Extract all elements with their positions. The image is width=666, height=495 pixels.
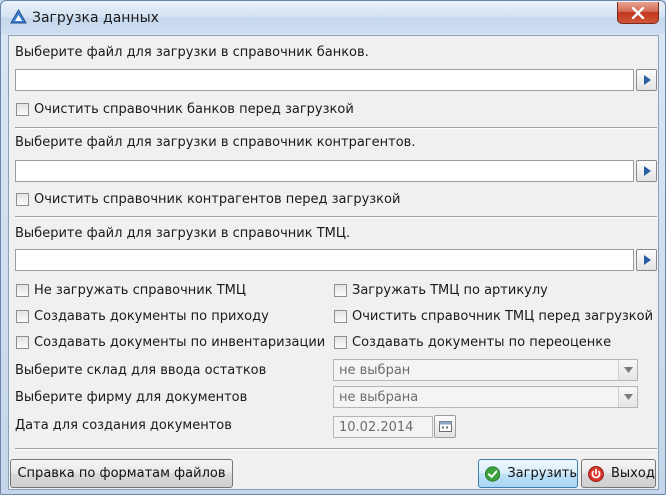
date-value: 10.02.2014 bbox=[339, 420, 414, 435]
tmc-create-inventory-checkbox[interactable] bbox=[16, 336, 29, 349]
warehouse-select[interactable]: не выбран bbox=[333, 359, 638, 381]
tmc-by-article-checkbox[interactable] bbox=[334, 284, 347, 297]
dialog-window: Загрузка данных Выберите файл для загруз… bbox=[0, 0, 666, 495]
tmc-create-inventory-label: Создавать документы по инвентаризации bbox=[34, 335, 326, 350]
tmc-create-revaluation-checkbox[interactable] bbox=[334, 336, 347, 349]
exit-button[interactable]: Выход bbox=[581, 459, 656, 488]
chevron-down-icon[interactable] bbox=[618, 360, 637, 380]
title-bar[interactable]: Загрузка данных bbox=[1, 1, 665, 34]
tmc-by-article-label: Загружать ТМЦ по артикулу bbox=[352, 283, 548, 298]
check-circle-icon bbox=[485, 465, 501, 482]
contractors-browse-button[interactable] bbox=[636, 160, 657, 182]
contractors-file-label: Выберите файл для загрузки в справочник … bbox=[15, 135, 416, 150]
contractors-clear-checkbox[interactable] bbox=[16, 193, 29, 206]
chevron-down-icon[interactable] bbox=[618, 387, 637, 407]
tmc-browse-button[interactable] bbox=[636, 249, 657, 271]
firm-select[interactable]: не выбрана bbox=[333, 386, 638, 408]
close-button[interactable] bbox=[617, 2, 659, 24]
play-arrow-icon bbox=[643, 166, 651, 176]
firm-select-value: не выбрана bbox=[339, 390, 419, 405]
separator-2 bbox=[15, 216, 657, 218]
banks-clear-label: Очистить справочник банков перед загрузк… bbox=[34, 102, 354, 117]
separator-3 bbox=[15, 448, 657, 450]
calendar-icon bbox=[438, 421, 452, 432]
play-arrow-icon bbox=[643, 255, 651, 265]
window-title: Загрузка данных bbox=[32, 10, 159, 26]
tmc-file-label: Выберите файл для загрузки в справочник … bbox=[15, 226, 351, 241]
help-formats-button[interactable]: Справка по форматам файлов bbox=[10, 459, 233, 488]
warehouse-label: Выберите склад для ввода остатков bbox=[15, 363, 267, 378]
tmc-create-receipt-checkbox[interactable] bbox=[16, 310, 29, 323]
tmc-no-load-label: Не загружать справочник ТМЦ bbox=[34, 283, 246, 298]
load-button[interactable]: Загрузить bbox=[478, 459, 578, 488]
help-formats-label: Справка по форматам файлов bbox=[17, 466, 226, 481]
contractors-file-input[interactable] bbox=[15, 160, 634, 182]
calendar-button[interactable] bbox=[434, 415, 456, 438]
tmc-file-input[interactable] bbox=[15, 249, 634, 271]
warehouse-select-value: не выбран bbox=[339, 363, 411, 378]
exit-label: Выход bbox=[611, 466, 655, 481]
banks-file-label: Выберите файл для загрузки в справочник … bbox=[15, 45, 369, 60]
load-label: Загрузить bbox=[507, 466, 577, 481]
date-input[interactable]: 10.02.2014 bbox=[333, 416, 433, 438]
banks-file-input[interactable] bbox=[15, 69, 634, 91]
tmc-no-load-checkbox[interactable] bbox=[16, 284, 29, 297]
close-icon bbox=[631, 6, 645, 19]
separator-1 bbox=[15, 127, 657, 129]
date-label: Дата для создания документов bbox=[15, 418, 232, 433]
app-icon bbox=[10, 9, 27, 24]
tmc-clear-before-label: Очистить справочник ТМЦ перед загрузкой bbox=[352, 309, 654, 324]
power-icon bbox=[588, 465, 604, 482]
tmc-clear-before-checkbox[interactable] bbox=[334, 310, 347, 323]
banks-browse-button[interactable] bbox=[636, 69, 657, 91]
play-arrow-icon bbox=[643, 75, 651, 85]
tmc-create-receipt-label: Создавать документы по приходу bbox=[34, 309, 269, 324]
firm-label: Выберите фирму для документов bbox=[15, 390, 248, 405]
banks-clear-checkbox[interactable] bbox=[16, 103, 29, 116]
contractors-clear-label: Очистить справочник контрагентов перед з… bbox=[34, 192, 401, 207]
tmc-create-revaluation-label: Создавать документы по переоценке bbox=[352, 335, 612, 350]
dialog-body: Выберите файл для загрузки в справочник … bbox=[8, 35, 659, 490]
